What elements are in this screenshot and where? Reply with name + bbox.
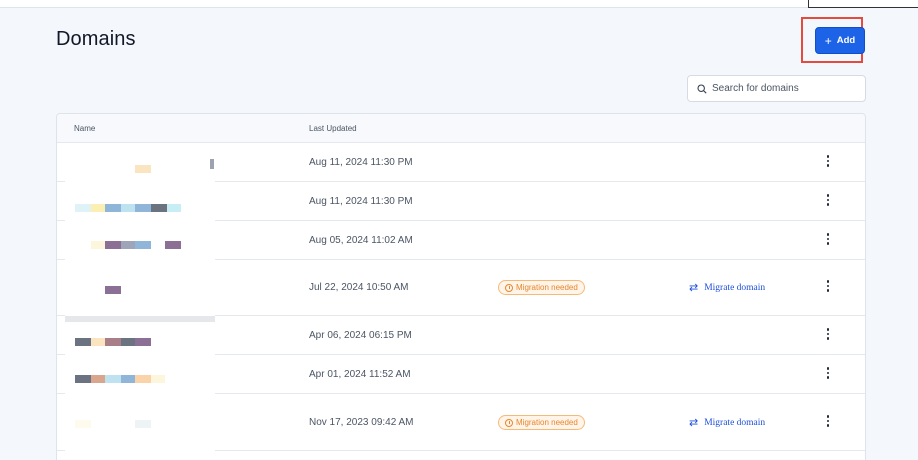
redaction-pixel xyxy=(135,204,151,212)
migrate-domain-label: Migrate domain xyxy=(704,282,766,293)
search-input[interactable] xyxy=(712,83,862,94)
redaction-pixel xyxy=(75,338,91,346)
redaction-pixel xyxy=(135,241,151,249)
row-menu-icon[interactable] xyxy=(821,231,835,247)
last-updated: Apr 01, 2024 11:52 AM xyxy=(309,369,411,380)
migrate-domain-link[interactable]: ⇄ Migrate domain xyxy=(689,416,765,429)
migration-needed-badge: Migration needed xyxy=(498,415,585,430)
column-header-last-updated: Last Updated xyxy=(309,124,357,133)
redaction-pixel xyxy=(91,338,105,346)
redaction-pixel xyxy=(210,159,214,169)
redaction-pixel xyxy=(135,338,151,346)
domain-name-redacted xyxy=(65,182,215,221)
swap-arrows-icon: ⇄ xyxy=(689,281,699,294)
redaction-bar xyxy=(65,316,215,322)
redaction-pixel xyxy=(135,420,151,428)
row-menu-icon[interactable] xyxy=(821,278,835,294)
domain-name-redacted xyxy=(65,221,215,260)
last-updated: Apr 06, 2024 06:15 PM xyxy=(309,330,412,341)
search-icon xyxy=(697,83,707,94)
row-menu-icon[interactable] xyxy=(821,326,835,342)
table-row[interactable]: Aug 05, 2024 11:02 AM xyxy=(57,221,865,260)
clock-icon xyxy=(505,418,513,427)
redaction-pixel xyxy=(167,204,181,212)
redaction-pixel xyxy=(105,338,121,346)
table-row[interactable]: Apr 01, 2024 11:52 AM xyxy=(57,355,865,394)
last-updated: Aug 05, 2024 11:02 AM xyxy=(309,235,413,246)
redaction-pixel xyxy=(121,204,135,212)
domain-name-redacted xyxy=(65,355,215,394)
page-title: Domains xyxy=(56,28,136,50)
redaction-pixel xyxy=(105,375,121,383)
domain-name-redacted xyxy=(65,316,215,355)
domain-name-redacted xyxy=(65,149,215,182)
row-menu-icon[interactable] xyxy=(821,192,835,208)
redaction-pixel xyxy=(105,241,121,249)
row-menu-icon[interactable] xyxy=(821,153,835,169)
search-box[interactable] xyxy=(687,75,866,102)
badge-label: Migration needed xyxy=(516,418,578,427)
redaction-pixel xyxy=(91,375,105,383)
redaction-pixel xyxy=(75,420,91,428)
column-header-name: Name xyxy=(74,124,96,133)
redaction-pixel xyxy=(151,375,165,383)
swap-arrows-icon: ⇄ xyxy=(689,416,699,429)
redaction-pixel xyxy=(105,204,121,212)
migrate-domain-link[interactable]: ⇄ Migrate domain xyxy=(689,281,765,294)
domain-name-redacted xyxy=(65,394,215,451)
redaction-pixel xyxy=(135,165,151,173)
row-menu-icon[interactable] xyxy=(821,365,835,381)
table-row[interactable]: Jul 22, 2024 10:50 AM Migration needed ⇄… xyxy=(57,260,865,316)
migration-needed-badge: Migration needed xyxy=(498,280,585,295)
redaction-pixel xyxy=(151,204,167,212)
last-updated: Jul 22, 2024 10:50 AM xyxy=(309,282,409,293)
domains-table: Name Last Updated Aug 11, 2024 11:30 PM … xyxy=(56,113,866,460)
row-menu-icon[interactable] xyxy=(821,413,835,429)
domain-name-redacted xyxy=(65,260,215,316)
last-updated: Aug 11, 2024 11:30 PM xyxy=(309,196,413,207)
migrate-domain-label: Migrate domain xyxy=(704,417,766,428)
redaction-pixel xyxy=(75,375,91,383)
plus-icon: + xyxy=(824,33,832,48)
redaction-pixel xyxy=(121,375,135,383)
add-button-label: Add xyxy=(836,35,856,46)
table-row[interactable]: Nov 17, 2023 09:42 AM Migration needed ⇄… xyxy=(57,394,865,451)
redaction-pixel xyxy=(91,241,105,249)
badge-label: Migration needed xyxy=(516,283,578,292)
redaction-pixel xyxy=(105,286,121,294)
table-row[interactable]: Apr 06, 2024 06:15 PM xyxy=(57,316,865,355)
last-updated: Aug 11, 2024 11:30 PM xyxy=(309,157,413,168)
last-updated: Nov 17, 2023 09:42 AM xyxy=(309,417,414,428)
table-header: Name Last Updated xyxy=(57,114,865,143)
redaction-pixel xyxy=(121,338,135,346)
clock-icon xyxy=(505,283,513,292)
redaction-pixel xyxy=(75,204,91,212)
table-row[interactable]: Aug 11, 2024 11:30 PM xyxy=(57,182,865,221)
redaction-pixel xyxy=(121,241,135,249)
window-top-strip xyxy=(0,0,918,8)
add-button[interactable]: + Add xyxy=(815,27,865,54)
redaction-pixel xyxy=(135,375,151,383)
table-row[interactable]: Aug 11, 2024 11:30 PM xyxy=(57,143,865,182)
redaction-pixel xyxy=(165,241,181,249)
redaction-pixel xyxy=(91,204,105,212)
window-corner xyxy=(808,0,918,8)
